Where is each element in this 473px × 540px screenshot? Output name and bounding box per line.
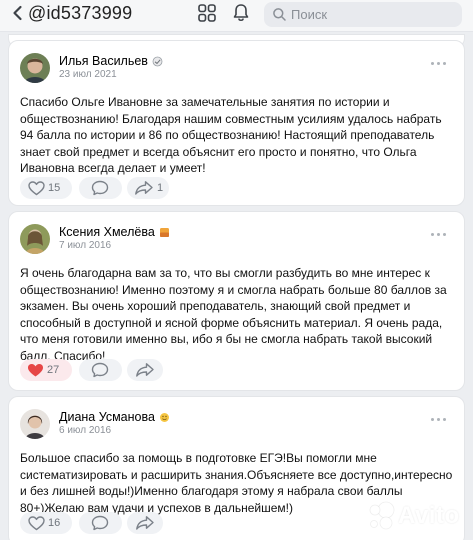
like-count: 15: [48, 182, 61, 194]
top-bar: @id5373999: [0, 0, 473, 32]
more-options-icon[interactable]: [431, 62, 447, 66]
heart-filled-icon: [28, 363, 43, 376]
search-icon: [273, 8, 286, 21]
share-button[interactable]: 1: [127, 177, 169, 199]
review-card: Илья Васильев 23 июл 2021 Спасибо Ольге …: [8, 40, 465, 206]
heart-outline-icon: [28, 180, 45, 195]
like-count: 27: [47, 364, 60, 376]
more-options-icon[interactable]: [431, 418, 447, 422]
review-text: Спасибо Ольге Ивановне за замечательные …: [20, 95, 442, 175]
heart-outline-icon: [28, 515, 45, 530]
search-input[interactable]: [291, 4, 451, 24]
comment-button[interactable]: [79, 177, 122, 199]
review-text: Я очень благодарна вам за то, что вы смо…: [20, 266, 447, 363]
share-icon: [136, 363, 154, 377]
more-options-icon[interactable]: [431, 233, 447, 237]
comment-button[interactable]: [79, 512, 122, 534]
review-author[interactable]: Диана Усманова: [59, 410, 170, 424]
apps-grid-icon[interactable]: [197, 3, 217, 23]
share-count: 1: [157, 182, 164, 194]
emoji-badge-icon: [159, 413, 169, 423]
review-author[interactable]: Ксения Хмелёва: [59, 225, 170, 239]
share-icon: [136, 516, 154, 530]
comment-button[interactable]: [79, 359, 122, 381]
comment-icon: [91, 515, 109, 531]
review-author[interactable]: Илья Васильев: [59, 54, 163, 68]
verified-badge-icon: [152, 56, 163, 67]
bell-icon[interactable]: [232, 3, 250, 23]
review-date: 23 июл 2021: [59, 69, 117, 80]
like-count: 16: [48, 517, 61, 529]
avito-logo-icon: [369, 501, 395, 530]
search-bar[interactable]: [264, 2, 462, 27]
flag-badge-icon: [159, 228, 169, 238]
avatar[interactable]: [20, 53, 50, 83]
avatar[interactable]: [20, 224, 50, 254]
page-title-username: @id5373999: [28, 3, 133, 23]
like-button[interactable]: 27: [20, 359, 72, 381]
avito-watermark: Avito: [364, 497, 464, 535]
share-icon: [135, 181, 153, 195]
review-card: Ксения Хмелёва 7 июл 2016 Я очень благод…: [8, 211, 465, 391]
avatar[interactable]: [20, 409, 50, 439]
share-button[interactable]: [127, 512, 163, 534]
share-button[interactable]: [127, 359, 163, 381]
comment-icon: [91, 362, 109, 378]
chevron-left-icon[interactable]: [8, 3, 28, 23]
review-date: 7 июл 2016: [59, 240, 112, 251]
comment-icon: [91, 180, 109, 196]
like-button[interactable]: 16: [20, 512, 72, 534]
like-button[interactable]: 15: [20, 177, 72, 199]
review-date: 6 июл 2016: [59, 425, 112, 436]
